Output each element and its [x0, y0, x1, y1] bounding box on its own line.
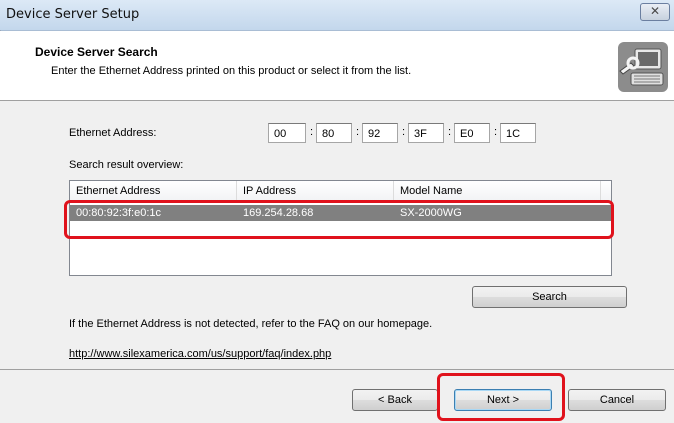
close-button[interactable]: ✕: [640, 3, 670, 21]
computer-wrench-icon: [618, 42, 668, 92]
mac-separator: :: [402, 126, 406, 138]
mac-field-2[interactable]: 80: [316, 123, 352, 143]
mac-field-4[interactable]: 3F: [408, 123, 444, 143]
mac-field-5[interactable]: E0: [454, 123, 490, 143]
back-button[interactable]: < Back: [352, 389, 438, 411]
mac-field-6[interactable]: 1C: [500, 123, 536, 143]
mac-separator: :: [494, 126, 498, 138]
mac-separator: :: [448, 126, 452, 138]
column-ethernet-address[interactable]: Ethernet Address: [70, 181, 237, 202]
mac-separator: :: [310, 126, 314, 138]
column-ip-address[interactable]: IP Address: [237, 181, 394, 202]
column-model-name[interactable]: Model Name: [394, 181, 601, 202]
faq-link[interactable]: http://www.silexamerica.com/us/support/f…: [69, 348, 331, 360]
next-button-highlight: [437, 373, 565, 421]
mac-separator: :: [356, 126, 360, 138]
mac-field-1[interactable]: 00: [268, 123, 306, 143]
ethernet-address-label: Ethernet Address:: [69, 127, 157, 139]
close-icon: ✕: [649, 4, 661, 18]
selected-row-highlight: [64, 200, 614, 239]
wizard-header: Device Server Search Enter the Ethernet …: [0, 31, 674, 101]
info-text: If the Ethernet Address is not detected,…: [69, 318, 433, 330]
search-result-label: Search result overview:: [69, 159, 184, 171]
window-title: Device Server Setup: [6, 7, 140, 22]
title-bar: Device Server Setup ✕: [0, 0, 674, 31]
header-title: Device Server Search: [35, 45, 158, 59]
cancel-button[interactable]: Cancel: [568, 389, 666, 411]
header-subtitle: Enter the Ethernet Address printed on th…: [51, 65, 412, 77]
search-button[interactable]: Search: [472, 286, 627, 308]
mac-field-3[interactable]: 92: [362, 123, 398, 143]
